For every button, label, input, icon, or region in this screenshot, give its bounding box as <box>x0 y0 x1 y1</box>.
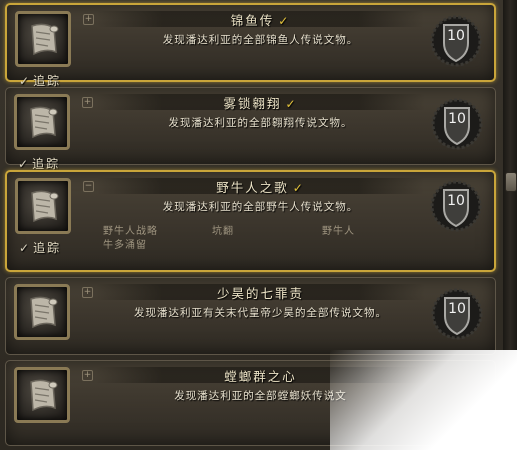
points-value: 10 <box>448 111 466 127</box>
expand-toggle[interactable]: + <box>82 287 93 298</box>
achievement-description: 发现潘达利亚的全部翱翔传说文物。 <box>168 117 353 129</box>
checkmark-icon: ✓ <box>278 14 291 28</box>
achievement-row-yeniu[interactable]: − 野牛人之歌 ✓ 发现潘达利亚的全部野牛人传说文物。 野牛人战略 坑翻 野牛人 … <box>5 170 496 272</box>
achievement-title: 雾锁翱翔 ✓ <box>96 93 425 112</box>
achievement-row-wusuo[interactable]: + 雾锁翱翔 ✓ 发现潘达利亚的全部翱翔传说文物。 ✓ 追踪 10 <box>5 87 496 171</box>
title-text: 野牛人之歌 <box>216 180 289 195</box>
achievement-description: 发现潘达利亚的全部螳螂妖传说文 <box>174 390 347 402</box>
achievement-title: 螳螂群之心 <box>96 366 425 385</box>
achievement-list: + 锦鱼传 ✓ 发现潘达利亚的全部锦鱼人传说文物。 ✓ 追踪 10 + 雾锁翱翔 ✓ … <box>0 0 517 450</box>
achievement-row-tanglang[interactable]: + 螳螂群之心 发现潘达利亚的全部螳螂妖传说文 <box>5 360 496 446</box>
title-text: 锦鱼传 <box>230 13 275 28</box>
scroll-icon <box>15 178 71 234</box>
scroll-icon <box>15 11 71 67</box>
points-value: 10 <box>447 193 465 209</box>
criteria-item: 野牛人战略 <box>103 226 158 237</box>
track-check-icon: ✓ <box>19 241 32 255</box>
achievement-description: 发现潘达利亚有关末代皇帝少昊的全部传说文物。 <box>134 307 387 319</box>
criteria-item: 野牛人 <box>322 226 355 237</box>
track-check-icon: ✓ <box>18 157 31 171</box>
shield-points-icon: 10 <box>428 178 484 234</box>
track-label: 追踪 <box>33 241 62 255</box>
scroll-thumb[interactable] <box>505 172 517 192</box>
achievement-description: 发现潘达利亚的全部锦鱼人传说文物。 <box>162 34 359 46</box>
achievement-title: 少昊的七罪责 <box>96 283 425 302</box>
shield-points-icon: 10 <box>429 96 485 152</box>
shield-points-icon: 10 <box>428 13 484 69</box>
achievement-description: 发现潘达利亚的全部野牛人传说文物。 <box>162 201 359 213</box>
achievement-title: 锦鱼传 ✓ <box>97 10 424 29</box>
scrollbar[interactable] <box>503 0 517 450</box>
title-text: 螳螂群之心 <box>224 369 297 384</box>
title-text: 雾锁翱翔 <box>223 96 282 111</box>
title-text: 少昊的七罪责 <box>216 286 304 301</box>
scroll-icon <box>14 284 70 340</box>
collapse-toggle[interactable]: − <box>83 181 94 192</box>
expand-toggle[interactable]: + <box>83 14 94 25</box>
points-value: 10 <box>448 301 466 317</box>
shield-points-icon: 10 <box>429 286 485 342</box>
scroll-icon <box>14 94 70 150</box>
track-check-icon: ✓ <box>19 74 32 88</box>
scroll-icon <box>14 367 70 423</box>
track-label: 追踪 <box>33 74 62 88</box>
expand-toggle[interactable]: + <box>82 97 93 108</box>
expand-toggle[interactable]: + <box>82 370 93 381</box>
achievement-row-jinyu[interactable]: + 锦鱼传 ✓ 发现潘达利亚的全部锦鱼人传说文物。 ✓ 追踪 10 <box>5 3 496 88</box>
track-label: 追踪 <box>32 157 61 171</box>
checkmark-icon: ✓ <box>285 97 298 111</box>
criteria-item: 坑翻 <box>212 226 234 237</box>
track-toggle[interactable]: ✓ 追踪 <box>19 239 61 256</box>
achievement-title: 野牛人之歌 ✓ <box>97 177 424 196</box>
criteria-item: 牛多涌留 <box>103 240 147 251</box>
points-value: 10 <box>447 28 465 44</box>
checkmark-icon: ✓ <box>292 181 305 195</box>
achievement-row-shaohao[interactable]: + 少昊的七罪责 发现潘达利亚有关末代皇帝少昊的全部传说文物。 10 <box>5 277 496 355</box>
